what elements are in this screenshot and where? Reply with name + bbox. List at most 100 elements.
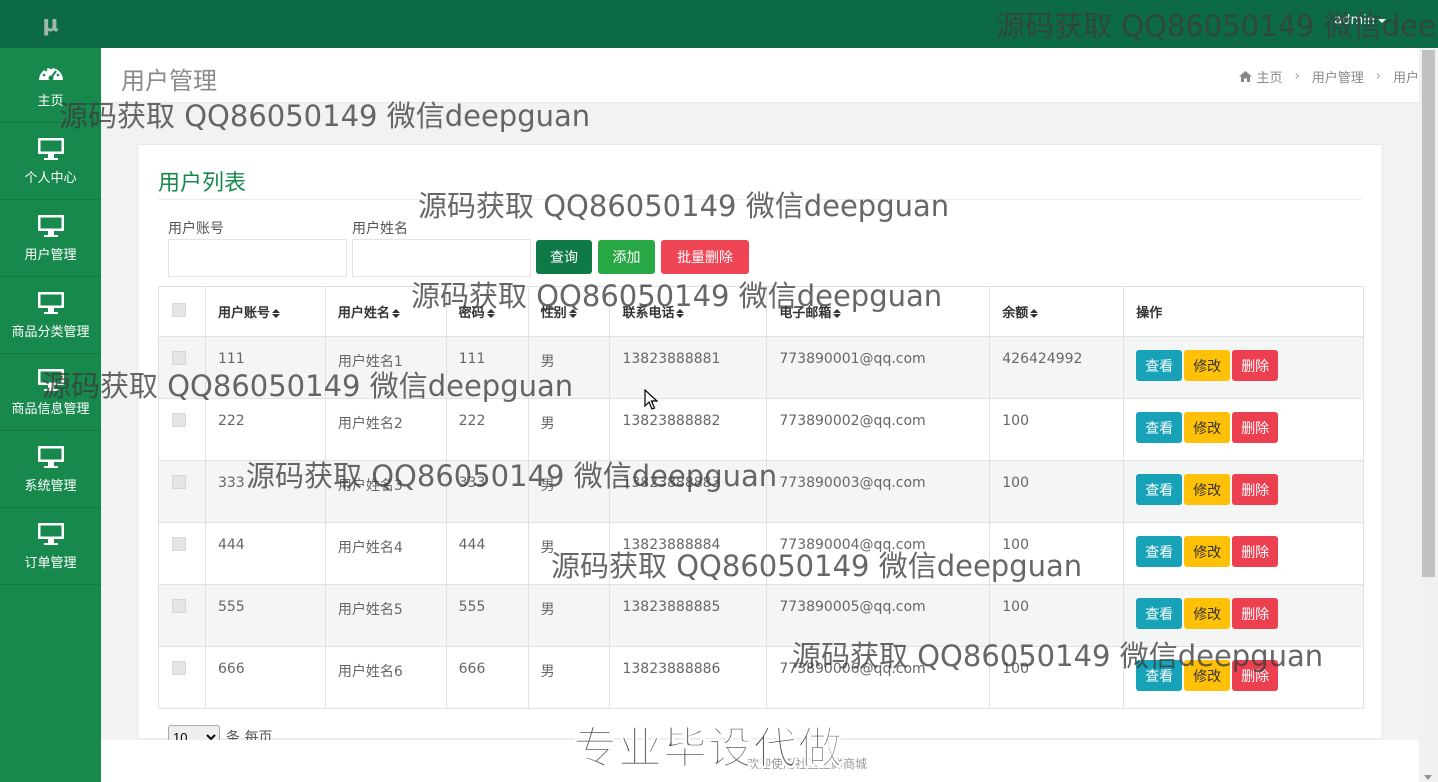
delete-button[interactable]: 删除: [1232, 536, 1279, 567]
cell-actions: 查看 修改 删除: [1123, 584, 1364, 647]
monitor-icon: [37, 214, 64, 237]
row-checkbox[interactable]: [172, 661, 186, 675]
top-bar: μ admin: [0, 0, 1438, 48]
cell-phone: 13823888886: [609, 646, 768, 709]
scrollbar-thumb[interactable]: [1422, 50, 1435, 577]
user-list-card: 用户列表 用户账号 用户姓名 查询 添加 批量删除 用户账号 用户姓名 密码 性…: [137, 144, 1383, 749]
name-input[interactable]: [352, 239, 531, 277]
edit-button[interactable]: 修改: [1184, 474, 1231, 505]
sort-icon[interactable]: [676, 309, 685, 318]
cell-account: 555: [204, 584, 326, 647]
cell-phone: 13823888882: [609, 398, 768, 461]
card-title: 用户列表: [158, 171, 247, 196]
view-button[interactable]: 查看: [1136, 474, 1183, 505]
sort-icon[interactable]: [1030, 309, 1039, 318]
row-checkbox[interactable]: [172, 475, 186, 489]
caret-down-icon: [1378, 18, 1386, 23]
divider: [158, 199, 1362, 200]
delete-button[interactable]: 删除: [1232, 412, 1279, 443]
row-select-cell: [158, 336, 206, 399]
monitor-icon: [37, 445, 64, 468]
breadcrumb-user-management[interactable]: 用户管理: [1312, 67, 1364, 86]
table-row: 111 用户姓名1 111 男 13823888881 773890001@qq.com 4…: [158, 336, 1364, 399]
column-header[interactable]: 联系电话: [609, 286, 768, 337]
cell-password: 555: [445, 584, 529, 647]
delete-button[interactable]: 删除: [1232, 660, 1279, 691]
breadcrumb-home[interactable]: 主页: [1257, 67, 1283, 86]
sort-icon[interactable]: [486, 309, 495, 318]
column-header[interactable]: 性别: [527, 286, 611, 337]
edit-button[interactable]: 修改: [1184, 536, 1231, 567]
sort-icon[interactable]: [568, 309, 577, 318]
row-checkbox[interactable]: [172, 413, 186, 427]
sort-icon[interactable]: [833, 309, 842, 318]
column-header-label: 密码: [458, 306, 485, 321]
query-button[interactable]: 查询: [536, 240, 592, 274]
cell-password: 222: [445, 398, 529, 461]
row-select-cell: [158, 460, 206, 523]
home-icon: [1238, 71, 1252, 82]
cell-account: 111: [204, 336, 326, 399]
edit-button[interactable]: 修改: [1184, 660, 1231, 691]
column-header[interactable]: 密码: [445, 286, 529, 337]
delete-button[interactable]: 删除: [1232, 350, 1279, 381]
cell-phone: 13823888881: [609, 336, 768, 399]
scroll-down-icon[interactable]: [1424, 775, 1432, 780]
row-checkbox[interactable]: [172, 599, 186, 613]
sidebar-item-profile[interactable]: 个人中心: [0, 123, 101, 200]
cell-balance: 100: [989, 398, 1125, 461]
add-button[interactable]: 添加: [598, 240, 655, 274]
cell-gender: 男: [527, 646, 611, 709]
cell-phone: 13823888885: [609, 584, 768, 647]
sort-icon[interactable]: [272, 309, 280, 318]
view-button[interactable]: 查看: [1136, 412, 1183, 443]
row-checkbox[interactable]: [172, 537, 186, 551]
edit-button[interactable]: 修改: [1184, 350, 1231, 381]
cell-account: 666: [204, 646, 326, 709]
page-header: 用户管理 主页 › 用户管理 › 用户: [101, 48, 1419, 103]
view-button[interactable]: 查看: [1136, 350, 1183, 381]
row-checkbox[interactable]: [172, 351, 186, 365]
cell-actions: 查看 修改 删除: [1123, 460, 1364, 523]
sidebar-item-users[interactable]: 用户管理: [0, 200, 101, 277]
view-button[interactable]: 查看: [1136, 536, 1183, 567]
sort-icon[interactable]: [391, 309, 400, 318]
edit-button[interactable]: 修改: [1184, 412, 1231, 443]
monitor-icon: [37, 291, 64, 314]
column-header[interactable]: 用户姓名: [324, 286, 447, 337]
account-label: 用户账号: [168, 221, 224, 237]
delete-button[interactable]: 删除: [1232, 598, 1279, 629]
sidebar-item-system[interactable]: 系统管理: [0, 431, 101, 508]
user-menu[interactable]: admin: [1334, 13, 1386, 28]
monitor-icon: [37, 137, 64, 160]
cell-name: 用户姓名6: [324, 646, 447, 709]
delete-button[interactable]: 删除: [1232, 474, 1279, 505]
cell-actions: 查看 修改 删除: [1123, 336, 1364, 399]
mouse-cursor-icon: [644, 389, 658, 410]
sidebar: 主页 个人中心 用户管理 商品分类管理 商品信息管理 系统管理 订单管理: [0, 48, 101, 782]
column-header[interactable]: 余额: [989, 286, 1125, 337]
chevron-right-icon: ›: [1294, 69, 1300, 84]
page-scrollbar[interactable]: [1419, 48, 1438, 782]
sidebar-item-orders[interactable]: 订单管理: [0, 508, 101, 585]
cell-name: 用户姓名3: [324, 460, 447, 523]
sidebar-item-category[interactable]: 商品分类管理: [0, 277, 101, 354]
sidebar-item-label: 商品信息管理: [11, 401, 90, 417]
account-input[interactable]: [168, 239, 347, 277]
cell-balance: 100: [989, 522, 1125, 585]
view-button[interactable]: 查看: [1136, 598, 1183, 629]
cell-name: 用户姓名2: [324, 398, 447, 461]
promo-banner: 专业毕设代做: [573, 723, 843, 775]
column-header[interactable]: 电子邮箱: [766, 286, 991, 337]
monitor-icon: [37, 522, 64, 545]
column-header[interactable]: 用户账号: [204, 286, 326, 337]
cell-account: 222: [204, 398, 326, 461]
sidebar-item-products[interactable]: 商品信息管理: [0, 354, 101, 431]
breadcrumb: 主页 › 用户管理 › 用户: [1238, 67, 1419, 86]
select-all-checkbox[interactable]: [172, 302, 186, 317]
edit-button[interactable]: 修改: [1184, 598, 1231, 629]
app-logo[interactable]: μ: [0, 0, 101, 48]
sidebar-item-home[interactable]: 主页: [0, 48, 101, 123]
batch-delete-button[interactable]: 批量删除: [661, 240, 749, 274]
view-button[interactable]: 查看: [1136, 660, 1183, 691]
